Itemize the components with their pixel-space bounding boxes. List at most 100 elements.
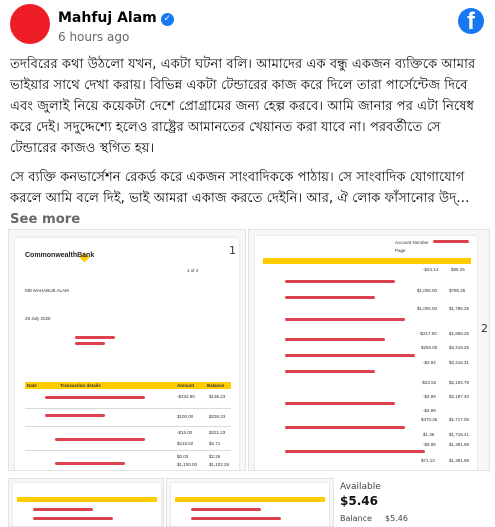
post-paragraph-2: সে ব্যক্তি কনভার্সেশন রেকর্ড করে একজন সা… xyxy=(10,170,470,227)
balance-cell: $1,718.41 xyxy=(449,432,470,437)
table-divider xyxy=(25,408,231,409)
facebook-logo-icon: f xyxy=(458,8,484,35)
balance-cell: $86.25 xyxy=(451,267,465,272)
amount-cell: $1,000.00 xyxy=(417,288,438,293)
balance-cell: $2,216.31 xyxy=(449,360,470,365)
page-number: 1 xyxy=(229,244,236,257)
balance-cell: $1,391.98 xyxy=(449,442,470,447)
post-paragraph-1: তদবিরের কথা উঠলো যখন, একটা ঘটনা বলি। আমা… xyxy=(10,57,476,156)
balance-panel[interactable]: Available $5.46 Balance $5.46 xyxy=(335,478,495,525)
table-header-bar xyxy=(25,382,231,389)
balance-cell: $1,391.98 xyxy=(449,458,470,463)
statement-page: CommonwealthBank 1 of 4 1 MD MAHABUB ALA… xyxy=(15,238,239,470)
statement-image-1[interactable]: CommonwealthBank 1 of 4 1 MD MAHABUB ALA… xyxy=(8,229,246,471)
amount-cell: $0.03 xyxy=(177,454,189,459)
redaction xyxy=(33,517,113,520)
verified-badge-icon: ✓ xyxy=(160,13,174,26)
balance-cell: $1,102.26 xyxy=(209,462,230,467)
redaction xyxy=(55,438,145,441)
avatar[interactable] xyxy=(10,4,50,44)
post-header: Mahfuj Alam ✓ 6 hours ago f xyxy=(0,0,495,46)
amount-cell: -$2.94 xyxy=(423,360,436,365)
balance-cell: $2,193.79 xyxy=(449,380,470,385)
redaction xyxy=(285,426,405,429)
page-number: 2 xyxy=(481,322,488,335)
table-divider xyxy=(25,426,231,427)
amount-cell: $218.52 xyxy=(177,441,194,446)
redaction xyxy=(75,342,105,345)
amount-cell: $1,100.00 xyxy=(177,462,198,467)
amount-cell: $100.00 xyxy=(177,414,194,419)
statement-page xyxy=(171,483,329,526)
balance-cell: $136.23 xyxy=(209,394,226,399)
balance-cell: $2.26 xyxy=(209,454,221,459)
balance-cell: $2.71 xyxy=(209,441,221,446)
balance-amount: $5.46 xyxy=(385,514,408,523)
author-name[interactable]: Mahfuj Alam xyxy=(58,10,157,26)
redaction xyxy=(285,402,395,405)
balance-cell: $1,786.25 xyxy=(449,306,470,311)
amount-cell: -$4.99 xyxy=(423,408,436,413)
available-label: Available xyxy=(340,482,381,492)
redaction xyxy=(45,414,105,417)
page-label: Page xyxy=(395,248,406,253)
amount-cell: -$4.99 xyxy=(423,394,436,399)
balance-cell: $786.25 xyxy=(449,288,466,293)
redaction xyxy=(285,450,425,453)
amount-cell: -$24.14 xyxy=(423,267,439,272)
account-holder: MD MAHABUB ALAM xyxy=(25,288,69,293)
redaction xyxy=(45,396,145,399)
amount-cell: $71.13 xyxy=(421,458,435,463)
column-date: Date xyxy=(27,383,37,388)
post-timestamp[interactable]: 6 hours ago xyxy=(58,30,129,44)
post-body: তদবিরের কথা উঠলো যখন, একটা ঘটনা বলি। আমা… xyxy=(10,54,488,238)
redaction xyxy=(33,508,93,511)
statement-page: Account Number Page 2 -$24.14 $86.25 $1,… xyxy=(255,236,488,470)
table-header-bar xyxy=(175,497,325,502)
amount-cell: -$22.52 xyxy=(421,380,437,385)
redaction xyxy=(433,240,469,243)
column-amount: Amount xyxy=(177,383,194,388)
amount-cell: $470.35 xyxy=(421,417,438,422)
redaction xyxy=(191,508,261,511)
redaction xyxy=(191,517,281,520)
redaction xyxy=(285,318,405,321)
statement-image-4[interactable] xyxy=(166,478,334,527)
redaction xyxy=(75,336,115,339)
balance-cell: $221.23 xyxy=(209,430,226,435)
redaction xyxy=(285,280,395,283)
amount-cell: $1.36 xyxy=(423,432,435,437)
column-details: Transaction details xyxy=(60,383,101,388)
bank-name: CommonwealthBank xyxy=(25,252,95,259)
redaction xyxy=(285,354,415,357)
amount-cell: -$5.95 xyxy=(423,442,436,447)
page-indicator: 1 of 4 xyxy=(187,268,199,273)
redaction xyxy=(285,370,375,373)
available-amount: $5.46 xyxy=(340,494,378,508)
redaction xyxy=(285,338,385,341)
statement-image-3[interactable] xyxy=(8,478,164,527)
balance-cell: $1,969.25 xyxy=(449,331,470,336)
table-divider xyxy=(25,450,231,451)
amount-cell: -$233.90 xyxy=(177,394,195,399)
table-header-bar xyxy=(17,497,157,502)
table-header-bar xyxy=(263,258,471,264)
balance-label: Balance xyxy=(340,514,372,523)
amount-cell: $250.00 xyxy=(421,345,438,350)
see-more-link[interactable]: See more xyxy=(10,212,80,227)
balance-cell: $236.23 xyxy=(209,414,226,419)
statement-image-2[interactable]: Account Number Page 2 -$24.14 $86.25 $1,… xyxy=(248,229,490,471)
amount-cell: -$217.00 xyxy=(419,331,437,336)
statement-date: 29 July 2025 xyxy=(25,316,51,321)
account-number-label: Account Number xyxy=(395,240,429,245)
amount-cell: -$15.00 xyxy=(177,430,193,435)
balance-cell: $1,717.05 xyxy=(449,417,470,422)
redaction xyxy=(55,462,125,465)
balance-cell: $2,219.25 xyxy=(449,345,470,350)
column-balance: Balance xyxy=(207,383,225,388)
balance-cell: $2,187.40 xyxy=(449,394,470,399)
redaction xyxy=(285,296,375,299)
amount-cell: $1,000.00 xyxy=(417,306,438,311)
statement-page xyxy=(13,483,161,526)
author-line: Mahfuj Alam ✓ xyxy=(58,10,174,26)
